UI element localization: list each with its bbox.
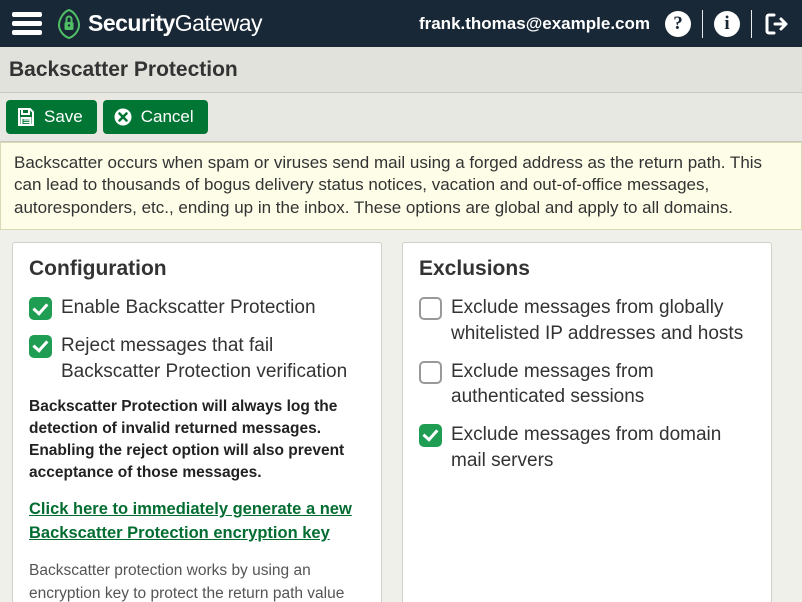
checkbox-icon bbox=[419, 361, 442, 384]
exclusions-heading: Exclusions bbox=[419, 257, 755, 281]
checkbox-icon bbox=[419, 297, 442, 320]
exclude-authenticated-checkbox[interactable]: Exclude messages from authenticated sess… bbox=[419, 359, 755, 410]
configuration-heading: Configuration bbox=[29, 257, 365, 281]
exclusions-panel: Exclusions Exclude messages from globall… bbox=[402, 242, 772, 602]
logout-button[interactable] bbox=[762, 10, 790, 38]
help-button[interactable]: ? bbox=[664, 10, 692, 38]
content-scroll[interactable]: Backscatter occurs when spam or viruses … bbox=[0, 142, 802, 602]
page-title: Backscatter Protection bbox=[9, 58, 793, 82]
checkbox-label: Exclude messages from authenticated sess… bbox=[451, 359, 755, 410]
info-text: Backscatter occurs when spam or viruses … bbox=[14, 152, 788, 219]
reject-messages-checkbox[interactable]: Reject messages that fail Backscatter Pr… bbox=[29, 333, 365, 384]
toolbar: Save Cancel bbox=[0, 93, 802, 142]
checkbox-icon bbox=[29, 297, 52, 320]
exclude-whitelisted-checkbox[interactable]: Exclude messages from globally whitelist… bbox=[419, 295, 755, 346]
checkbox-label: Exclude messages from domain mail server… bbox=[451, 422, 755, 473]
cancel-button[interactable]: Cancel bbox=[103, 100, 208, 134]
logout-icon bbox=[763, 11, 789, 37]
cancel-icon bbox=[113, 107, 133, 127]
checkbox-label: Exclude messages from globally whitelist… bbox=[451, 295, 755, 346]
checkbox-icon bbox=[419, 424, 442, 447]
checkbox-label: Enable Backscatter Protection bbox=[61, 295, 316, 321]
checkbox-label: Reject messages that fail Backscatter Pr… bbox=[61, 333, 365, 384]
page-title-bar: Backscatter Protection bbox=[0, 47, 802, 93]
app-header: SecurityGateway frank.thomas@example.com… bbox=[0, 0, 802, 47]
save-label: Save bbox=[44, 107, 83, 127]
lock-shield-icon bbox=[56, 9, 82, 39]
save-button[interactable]: Save bbox=[6, 100, 97, 134]
configuration-panel: Configuration Enable Backscatter Protect… bbox=[12, 242, 382, 602]
menu-button[interactable] bbox=[12, 8, 42, 39]
app-logo: SecurityGateway bbox=[56, 9, 262, 39]
user-email: frank.thomas@example.com bbox=[419, 14, 650, 34]
save-icon bbox=[16, 107, 36, 127]
about-button[interactable]: i bbox=[713, 10, 741, 38]
brand-name: SecurityGateway bbox=[88, 10, 262, 37]
divider bbox=[751, 10, 752, 38]
cancel-label: Cancel bbox=[141, 107, 194, 127]
info-banner: Backscatter occurs when spam or viruses … bbox=[0, 142, 802, 230]
enable-backscatter-checkbox[interactable]: Enable Backscatter Protection bbox=[29, 295, 365, 321]
checkbox-icon bbox=[29, 335, 52, 358]
generate-key-link[interactable]: Click here to immediately generate a new… bbox=[29, 498, 365, 546]
exclude-domain-servers-checkbox[interactable]: Exclude messages from domain mail server… bbox=[419, 422, 755, 473]
config-note: Backscatter Protection will always log t… bbox=[29, 396, 365, 484]
config-explain: Backscatter protection works by using an… bbox=[29, 560, 365, 602]
divider bbox=[702, 10, 703, 38]
